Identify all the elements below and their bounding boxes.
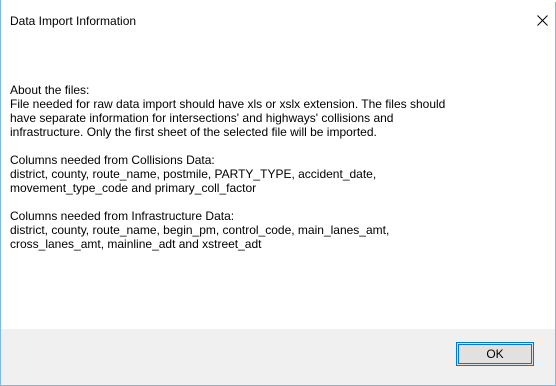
window-title: Data Import Information <box>10 14 137 28</box>
infrastructure-heading: Columns needed from Infrastructure Data: <box>10 209 235 223</box>
collisions-body: district, county, route_name, postmile, … <box>10 167 377 195</box>
title-bar[interactable]: Data Import Information <box>1 0 555 42</box>
ok-button[interactable]: OK <box>456 342 534 366</box>
infrastructure-body: district, county, route_name, begin_pm, … <box>10 223 390 251</box>
collisions-heading: Columns needed from Collisions Data: <box>10 153 215 167</box>
close-icon <box>536 14 548 26</box>
data-import-dialog: Data Import Information About the files:… <box>0 0 556 386</box>
button-footer: OK <box>1 329 555 385</box>
about-heading: About the files: <box>10 83 90 97</box>
message-content: About the files: File needed for raw dat… <box>10 83 540 251</box>
close-button[interactable] <box>529 6 555 34</box>
about-body: File needed for raw data import should h… <box>10 97 446 139</box>
